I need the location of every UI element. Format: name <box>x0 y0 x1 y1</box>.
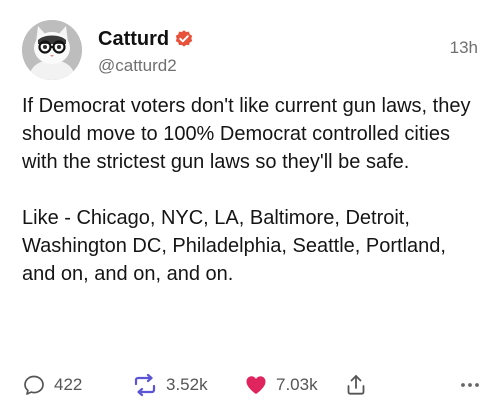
author-handle[interactable]: @catturd2 <box>98 56 177 76</box>
tweet-paragraph: If Democrat voters don't like current gu… <box>22 95 471 173</box>
display-name[interactable]: Catturd <box>98 28 169 51</box>
cat-with-glasses-avatar <box>22 20 82 80</box>
reply-button[interactable]: 422 <box>22 370 82 400</box>
avatar[interactable] <box>22 20 82 80</box>
tweet-paragraph: Like - Chicago, NYC, LA, Baltimore, Detr… <box>22 207 446 285</box>
author-name-row: Catturd <box>98 26 194 52</box>
action-bar: 422 3.52k 7.03k <box>22 370 484 400</box>
reply-icon <box>24 375 44 395</box>
more-icon <box>461 383 479 387</box>
tweet-text: If Democrat voters don't like current gu… <box>22 92 484 288</box>
like-count: 7.03k <box>276 375 318 394</box>
reply-count: 422 <box>54 375 83 394</box>
repost-button[interactable]: 3.52k <box>132 370 208 400</box>
verified-badge-icon <box>174 29 194 49</box>
more-options-button[interactable] <box>458 370 482 400</box>
timestamp[interactable]: 13h <box>450 38 478 58</box>
share-button[interactable] <box>344 370 368 400</box>
heart-icon <box>246 376 266 394</box>
share-icon <box>347 375 365 395</box>
repost-count: 3.52k <box>166 375 208 394</box>
repost-icon <box>134 373 156 397</box>
like-button[interactable]: 7.03k <box>244 370 318 400</box>
